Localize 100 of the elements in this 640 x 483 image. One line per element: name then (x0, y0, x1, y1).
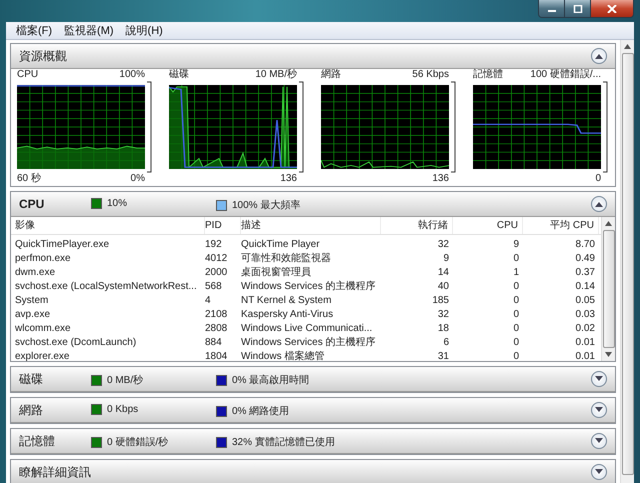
column-header[interactable]: PID (205, 217, 241, 234)
section-header[interactable]: 資源概觀 (11, 44, 615, 69)
graph-label: CPU (17, 69, 38, 81)
table-cell-text: 0 (512, 280, 520, 292)
close-icon (607, 4, 617, 12)
legend-label: 0 MB/秒 (107, 374, 144, 387)
column-header[interactable]: 描述 (241, 217, 381, 234)
table-cell-text: Windows Services 的主機程序 (241, 280, 376, 293)
up-arrow-icon (594, 200, 604, 208)
scale-bracket-icon (603, 81, 609, 173)
collapse-button[interactable] (591, 196, 607, 212)
section-header[interactable]: 瞭解詳細資訊 (11, 460, 615, 483)
graph-label: 記憶體 (473, 69, 503, 81)
column-header[interactable]: 執行緒 (381, 217, 453, 234)
table-cell-text: dwm.exe (15, 266, 56, 278)
table-cell-text: QuickTimePlayer.exe (15, 238, 110, 250)
table-cell-text: 0 (512, 336, 520, 348)
scrollbar-thumb[interactable] (622, 53, 634, 475)
scroll-up-icon (624, 44, 631, 49)
up-arrow-icon (594, 52, 604, 60)
table-cell-text: Windows Live Communicati... (241, 322, 374, 334)
close-button[interactable] (590, 0, 633, 17)
graph-max-label: 100% (119, 69, 145, 81)
table-cell-text: wlcomm.exe (15, 322, 72, 334)
menu-item[interactable]: 說明(H) (122, 23, 167, 38)
down-arrow-icon (594, 375, 604, 383)
table-cell-text: explorer.exe (15, 350, 70, 361)
table-cell-text: 桌面視窗管理員 (241, 266, 312, 279)
table-cell-text: 884 (205, 336, 223, 348)
graph-min-label: 136 (280, 173, 297, 185)
table-cell-text: 1 (512, 266, 520, 278)
scroll-down-icon (605, 352, 612, 357)
table-cell-text: svchost.exe (LocalSystemNetworkRest... (15, 280, 198, 292)
scrollbar[interactable] (620, 40, 634, 483)
scrollbar-thumb[interactable] (602, 230, 614, 348)
graph-max-label: 100 硬體錯誤/... (530, 69, 601, 81)
table-cell-text: 0 (512, 350, 520, 361)
table-cell-text: 0.37 (574, 266, 596, 278)
table-cell-text: 14 (436, 266, 450, 278)
table-cell-text: 568 (205, 280, 223, 292)
section-title: 瞭解詳細資訊 (19, 464, 91, 480)
table-cell-text: 6 (442, 336, 450, 348)
table-cell-text: 0.03 (574, 308, 596, 320)
graph-min-label: 136 (432, 173, 449, 185)
table-cell-text: 0.05 (574, 294, 596, 306)
table-cell-text: 2000 (205, 266, 228, 278)
column-header[interactable]: 影像 (15, 217, 205, 234)
table-cell-text: Kaspersky Anti-Virus (241, 308, 334, 320)
section-header[interactable]: 網路 0 Kbps 0% 網路使用 (11, 398, 615, 423)
graph-max-label: 56 Kbps (412, 69, 449, 81)
scrollbar[interactable] (601, 217, 615, 361)
expand-button[interactable] (591, 464, 607, 480)
table-cell-text: 0.01 (574, 336, 596, 348)
table-cell-text: 0 (512, 322, 520, 334)
legend-label: 0% 網路使用 (232, 405, 290, 418)
collapse-button[interactable] (591, 48, 607, 64)
expand-button[interactable] (591, 433, 607, 449)
graph-time-label: 60 秒 (17, 173, 41, 185)
legend-label: 0 硬體錯誤/秒 (107, 436, 168, 449)
table-cell-text: 40 (436, 280, 450, 292)
expand-button[interactable] (591, 371, 607, 387)
minimize-button[interactable] (539, 0, 564, 17)
section-title: CPU (19, 197, 44, 211)
graph-min-label: 0 (595, 173, 601, 185)
section-title: 網路 (19, 402, 43, 418)
expand-button[interactable] (591, 402, 607, 418)
down-arrow-icon (594, 437, 604, 445)
scale-bracket-icon (451, 81, 457, 173)
section-header[interactable]: 記憶體 0 硬體錯誤/秒 32% 實體記憶體已使用 (11, 429, 615, 454)
table-cell-text: 可靠性和效能監視器 (241, 252, 332, 265)
table-cell-text: System (15, 294, 50, 306)
section-title: 資源概觀 (19, 48, 67, 64)
scroll-up-icon (605, 221, 612, 226)
menu-item[interactable]: 監視器(M) (60, 23, 118, 38)
table-cell-text: 0 (512, 294, 520, 306)
table-cell-text: NT Kernel & System (241, 294, 332, 306)
graph-max-label: 10 MB/秒 (255, 69, 297, 81)
legend-label: 10% (107, 198, 128, 209)
table-cell-text: 0.49 (574, 252, 596, 264)
legend-label: 32% 實體記憶體已使用 (232, 436, 335, 449)
graph-min-label: 0% (130, 173, 145, 185)
down-arrow-icon (594, 406, 604, 414)
table-cell-text: 0.02 (574, 322, 596, 334)
table-cell-text: 8.70 (574, 238, 596, 250)
section-title: 磁碟 (19, 370, 43, 388)
column-header[interactable]: 平均 CPU (523, 217, 599, 234)
table-cell-text: 18 (436, 322, 450, 334)
maximize-button[interactable] (564, 0, 590, 17)
table-cell-text: perfmon.exe (15, 252, 72, 264)
section-header[interactable]: 磁碟 0 MB/秒 0% 最高啟用時間 (11, 367, 615, 392)
table-cell-text: 185 (431, 294, 450, 306)
table-cell-text: Windows Services 的主機程序 (241, 336, 376, 349)
table-cell-text: 2108 (205, 308, 228, 320)
menu-item[interactable]: 檔案(F) (12, 23, 56, 38)
table-cell-text: 0 (512, 252, 520, 264)
column-header[interactable]: CPU (453, 217, 523, 234)
scale-bracket-icon (147, 81, 153, 173)
section-header[interactable]: CPU 10% 100% 最大頻率 (11, 192, 615, 217)
legend-label: 0% 最高啟用時間 (232, 374, 310, 387)
table-cell-text: 4012 (205, 252, 228, 264)
